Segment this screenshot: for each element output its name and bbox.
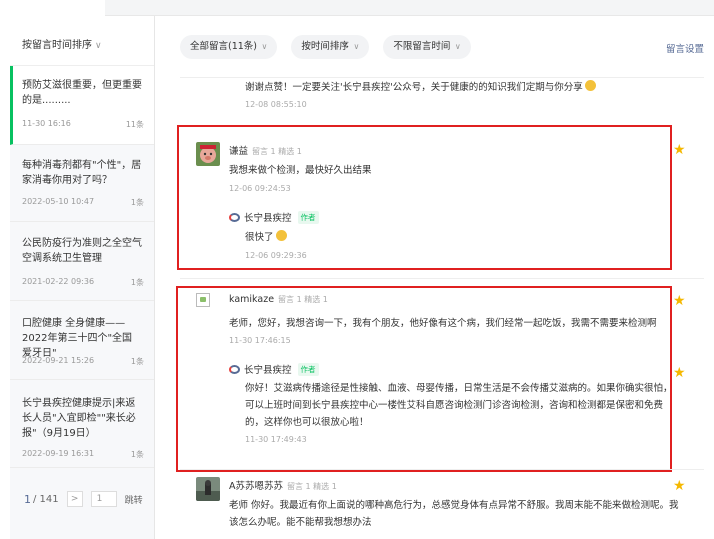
star-icon[interactable]: ★ — [673, 143, 687, 157]
reply-text: 谢谢点赞！一定要关注'长宁县疾控'公众号，关于健康的的知识我们定期与你分享 — [245, 80, 596, 96]
filter-bar: 全部留言(11条) ∨ 按时间排序 ∨ 不限留言时间 ∨ — [180, 35, 471, 59]
user-avatar[interactable] — [196, 477, 220, 501]
article-item[interactable]: 长宁县疾控健康提示|来返长人员"入宜即检""来长必报"（9月19日） 2022-… — [10, 380, 154, 468]
author-tag: 作者 — [297, 362, 319, 376]
article-date: 2021-02-22 09:36 — [22, 277, 95, 286]
article-item[interactable]: 口腔健康 全身健康——2022年第三十四个"全国爱牙日" 2022-09-21 … — [10, 301, 154, 380]
author-tag: 作者 — [297, 210, 319, 224]
commenter-name[interactable]: kamikaze 留言 1 精选 1 — [229, 294, 328, 305]
commenter-stats: 留言 1 精选 1 — [252, 147, 302, 156]
article-count: 1条 — [130, 450, 144, 459]
star-icon[interactable]: ★ — [673, 294, 687, 308]
article-count: 1条 — [130, 357, 144, 366]
article-title: 预防艾滋很重要，但更重要的是......... — [22, 80, 142, 106]
broken-avatar-icon[interactable] — [196, 293, 210, 307]
reply-author: 长宁县疾控 作者 — [229, 210, 319, 224]
divider — [180, 278, 704, 279]
filter-order-label: 按时间排序 — [301, 41, 349, 52]
commenter-name[interactable]: 谦益 留言 1 精选 1 — [229, 143, 302, 157]
commenter-stats: 留言 1 精选 1 — [278, 295, 328, 304]
article-title: 每种消毒剂都有"个性"，居家消毒你用对了吗？ — [22, 160, 142, 186]
smile-emoji-icon — [275, 230, 287, 241]
reply-time: 11-30 17:49:43 — [245, 435, 307, 444]
comment-text-line: 该怎么办呢。能不能帮我想想办法 — [229, 517, 372, 528]
comment-time: 11-30 17:46:15 — [229, 336, 291, 345]
reply-text: 很快了 — [245, 230, 287, 246]
grin-emoji-icon — [584, 80, 596, 91]
commenter-stats: 留言 1 精选 1 — [287, 482, 337, 491]
filter-all-label: 全部留言(11条) — [190, 41, 258, 52]
reply-text-line: 可以上班时间到长宁县疾控中心一楼性艾科自愿咨询检测门诊咨询检测，咨询和检测都是保… — [245, 400, 664, 411]
article-date: 11-30 16:16 — [22, 119, 71, 128]
star-icon[interactable]: ★ — [673, 479, 687, 493]
reply-text-line: 的，这样你也可以很放心啦！ — [245, 417, 369, 428]
chevron-down-icon: ∨ — [95, 41, 102, 51]
jump-button[interactable]: 跳转 — [125, 493, 143, 506]
comment-text-line: 老师 你好。我最近有你上面说的哪种高危行为，总感觉身体有点异常不舒服。我周末能不… — [229, 500, 679, 511]
reply-text-line: 你好！艾滋病传播途径是性接触、血液、母婴传播，日常生活是不会传播艾滋病的。如果你… — [245, 383, 673, 394]
filter-all-comments[interactable]: 全部留言(11条) ∨ — [180, 35, 278, 59]
sort-label: 按留言时间排序 — [22, 40, 92, 51]
sort-dropdown[interactable]: 按留言时间排序 ∨ — [10, 16, 154, 66]
chevron-down-icon: ∨ — [350, 42, 360, 51]
article-item[interactable]: 公民防疫行为准则之全空气空调系统卫生管理 2021-02-22 09:36 1条 — [10, 222, 154, 301]
reply-author: 长宁县疾控 作者 — [229, 362, 319, 376]
filter-time-label: 不限留言时间 — [393, 41, 451, 52]
comment-settings-link[interactable]: 留言设置 — [666, 41, 704, 55]
chevron-down-icon: ∨ — [259, 42, 268, 51]
chevron-down-icon: ∨ — [452, 42, 461, 51]
filter-order[interactable]: 按时间排序 ∨ — [291, 35, 370, 59]
page: 按留言时间排序 ∨ 预防艾滋很重要，但更重要的是......... 11-30 1… — [0, 0, 714, 539]
comment-text: 我想来做个检测，最快好久出结果 — [229, 165, 372, 176]
article-title: 长宁县疾控健康提示|来返长人员"入宜即检""来长必报"（9月19日） — [22, 398, 136, 439]
star-icon[interactable]: ★ — [673, 366, 687, 380]
article-date: 2022-09-21 15:26 — [22, 356, 95, 365]
highlight-box — [176, 286, 672, 472]
article-date: 2022-05-10 10:47 — [22, 197, 95, 206]
comment-panel: 全部留言(11条) ∨ 按时间排序 ∨ 不限留言时间 ∨ 留言设置 谢谢点赞！一… — [156, 16, 714, 539]
divider — [180, 469, 704, 470]
article-title: 口腔健康 全身健康——2022年第三十四个"全国爱牙日" — [22, 318, 133, 359]
article-count: 11条 — [125, 120, 144, 129]
user-avatar[interactable] — [196, 142, 220, 166]
filter-time[interactable]: 不限留言时间 ∨ — [383, 35, 471, 59]
commenter-name[interactable]: A苏苏嗯苏苏 留言 1 精选 1 — [229, 478, 337, 492]
article-item[interactable]: 每种消毒剂都有"个性"，居家消毒你用对了吗？ 2022-05-10 10:47 1… — [10, 145, 154, 222]
next-page-button[interactable]: > — [66, 491, 83, 507]
pagination: 1 / 141 > 1 跳转 — [10, 491, 154, 507]
page-current: 1 — [24, 492, 31, 506]
comment-time: 12-06 09:24:53 — [229, 184, 291, 193]
comment-text: 老师，您好，我想咨询一下，我有个朋友，他好像有这个病，我们经常一起吃饭，我需不需… — [229, 318, 657, 329]
article-date: 2022-09-19 16:31 — [22, 449, 95, 458]
page-total: / 141 — [33, 493, 59, 505]
top-strip — [0, 0, 714, 16]
article-title: 公民防疫行为准则之全空气空调系统卫生管理 — [22, 238, 142, 264]
article-count: 1条 — [130, 278, 144, 287]
page-input[interactable]: 1 — [90, 491, 117, 507]
reply-time: 12-06 09:29:36 — [245, 251, 307, 260]
article-item[interactable]: 预防艾滋很重要，但更重要的是......... 11-30 16:16 11条 — [10, 66, 154, 145]
divider — [180, 77, 704, 78]
cdc-logo-icon — [229, 364, 240, 374]
article-sidebar: 按留言时间排序 ∨ 预防艾滋很重要，但更重要的是......... 11-30 1… — [10, 16, 155, 539]
reply-time: 12-08 08:55:10 — [245, 100, 307, 109]
cdc-logo-icon — [229, 212, 240, 222]
article-count: 1条 — [130, 198, 144, 207]
